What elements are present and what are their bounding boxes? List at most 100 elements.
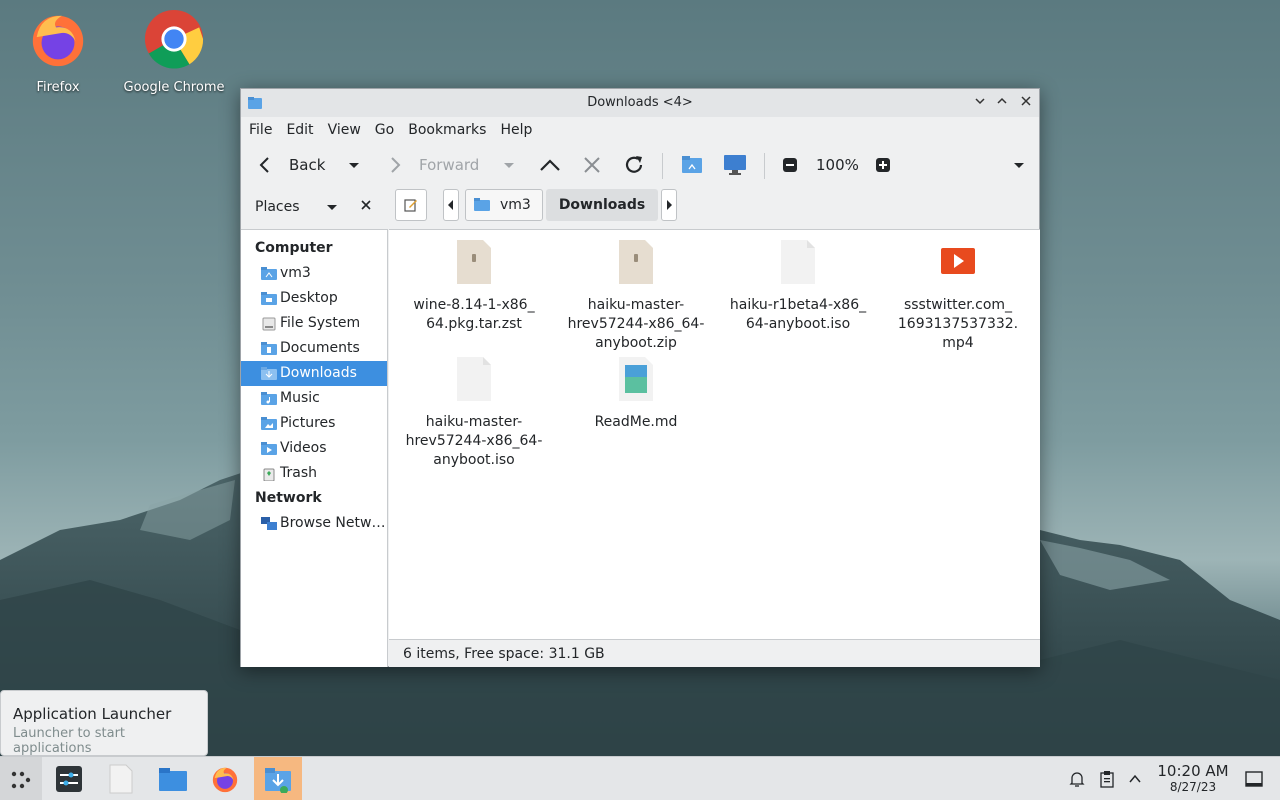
menu-view[interactable]: View	[328, 122, 361, 138]
pictures-folder-icon	[261, 416, 277, 430]
toolbar-overflow-menu[interactable]	[1012, 143, 1026, 187]
sidebar-item-browse-network[interactable]: Browse Netw…	[241, 511, 387, 536]
desktop-icon-chrome[interactable]: Google Chrome	[119, 8, 229, 95]
firefox-icon	[32, 15, 84, 67]
reload-icon	[625, 156, 643, 173]
taskbar-file-manager[interactable]	[152, 757, 194, 800]
sidebar-item-documents[interactable]: Documents	[241, 336, 387, 361]
home-folder-icon	[474, 198, 490, 211]
sidebar-item-label: Videos	[280, 440, 327, 456]
sidebar-item-pictures[interactable]: Pictures	[241, 411, 387, 436]
breadcrumb-scroll-right[interactable]	[661, 189, 677, 221]
chevron-up-icon	[997, 97, 1007, 104]
computer-button[interactable]	[723, 143, 747, 187]
sidebar-item-desktop[interactable]: Desktop	[241, 286, 387, 311]
close-icon	[361, 200, 371, 210]
reload-button[interactable]	[622, 143, 646, 187]
trash-icon	[263, 468, 275, 481]
desktop-folder-icon	[261, 291, 277, 305]
title-bar[interactable]: Downloads <4>	[241, 89, 1039, 117]
zoom-out-button[interactable]	[782, 143, 798, 187]
chevron-down-icon	[975, 98, 985, 105]
file-item[interactable]: haiku-master- hrev57244-x86_64- anyboot.…	[561, 240, 711, 353]
sidebar-item-videos[interactable]: Videos	[241, 436, 387, 461]
file-view: wine-8.14-1-x86_ 64.pkg.tar.zst haiku-ma…	[389, 229, 1040, 639]
file-name-line: hrev57244-x86_64-	[405, 433, 543, 449]
taskbar-downloads-window[interactable]	[254, 757, 302, 800]
maximize-button[interactable]	[993, 94, 1011, 112]
file-item[interactable]: haiku-master- hrev57244-x86_64- anyboot.…	[399, 357, 549, 470]
archive-file-icon	[457, 240, 491, 284]
sidebar-item-label: Browse Netw…	[280, 515, 386, 531]
sidebar-item-label: Trash	[280, 465, 317, 481]
sidebar-item-label: Desktop	[280, 290, 338, 306]
file-name-line: haiku-master-	[425, 414, 523, 430]
file-item[interactable]: wine-8.14-1-x86_ 64.pkg.tar.zst	[399, 240, 549, 334]
places-sidebar: Computer vm3 Desktop File System Documen…	[241, 229, 388, 667]
breadcrumb-downloads[interactable]: Downloads	[546, 189, 658, 221]
forward-button[interactable]: Forward	[385, 143, 479, 187]
arrow-left-icon	[259, 157, 269, 173]
sidebar-item-file-system[interactable]: File System	[241, 311, 387, 336]
blank-file-icon	[781, 240, 815, 284]
notifications-tray-button[interactable]	[1066, 757, 1088, 800]
menu-bar: File Edit View Go Bookmarks Help	[241, 117, 1039, 143]
sidebar-item-vm3[interactable]: vm3	[241, 261, 387, 286]
sidebar-item-trash[interactable]: Trash	[241, 461, 387, 486]
show-hidden-tray-button[interactable]	[1124, 757, 1146, 800]
breadcrumb-vm3[interactable]: vm3	[465, 189, 543, 221]
menu-edit[interactable]: Edit	[286, 122, 313, 138]
file-item[interactable]: haiku-r1beta4-x86_ 64-anyboot.iso	[723, 240, 873, 334]
taskbar-firefox[interactable]	[204, 757, 246, 800]
sidebar-item-label: Downloads	[280, 365, 357, 381]
file-item[interactable]: ssstwitter.com_ 1693137537332. mp4	[883, 240, 1033, 353]
minimize-button[interactable]	[971, 94, 989, 112]
stop-button[interactable]	[582, 143, 602, 187]
downloads-folder-icon	[265, 768, 291, 793]
back-history-dropdown[interactable]	[347, 143, 361, 187]
file-item[interactable]: ReadMe.md	[561, 357, 711, 432]
sidebar-heading-computer: Computer	[255, 240, 333, 256]
show-desktop-button[interactable]	[1242, 757, 1266, 800]
sidebar-item-label: File System	[280, 315, 361, 331]
sidebar-item-music[interactable]: Music	[241, 386, 387, 411]
breadcrumb-label: Downloads	[558, 197, 646, 213]
edit-location-button[interactable]	[395, 189, 427, 221]
clipboard-icon	[1100, 771, 1114, 788]
menu-file[interactable]: File	[249, 122, 272, 138]
music-folder-icon	[261, 391, 277, 405]
file-name-line: haiku-r1beta4-x86_	[729, 297, 867, 313]
stop-icon	[584, 157, 600, 173]
desktop-icon-firefox[interactable]: Firefox	[3, 8, 113, 95]
file-name-line: anyboot.iso	[433, 452, 515, 468]
up-button[interactable]	[538, 143, 562, 187]
clipboard-tray-button[interactable]	[1096, 757, 1118, 800]
application-launcher-button[interactable]	[0, 757, 42, 800]
forward-history-dropdown[interactable]	[502, 143, 516, 187]
back-button[interactable]: Back	[255, 143, 325, 187]
caret-left-icon	[448, 200, 453, 210]
digital-clock[interactable]: 10:20 AM 8/27/23	[1153, 763, 1233, 795]
sidebar-item-label: vm3	[280, 265, 311, 281]
home-folder-icon	[682, 156, 702, 173]
taskbar-system-settings[interactable]	[48, 757, 90, 800]
chrome-icon	[144, 9, 204, 69]
breadcrumb-scroll-left[interactable]	[443, 189, 459, 221]
folder-icon	[159, 768, 187, 791]
video-file-icon	[941, 248, 975, 274]
home-button[interactable]	[681, 143, 703, 187]
menu-go[interactable]: Go	[375, 122, 394, 138]
menu-help[interactable]: Help	[500, 122, 532, 138]
file-name-line: 64.pkg.tar.zst	[426, 316, 522, 332]
close-button[interactable]	[1017, 94, 1035, 112]
file-name-line: ReadMe.md	[594, 414, 678, 430]
sidebar-item-downloads[interactable]: Downloads	[241, 361, 387, 386]
close-sidebar-button[interactable]	[360, 199, 372, 215]
back-label: Back	[289, 156, 326, 174]
zoom-in-button[interactable]	[875, 143, 891, 187]
firefox-icon	[212, 767, 238, 793]
places-selector[interactable]: Places	[255, 187, 338, 227]
menu-bookmarks[interactable]: Bookmarks	[408, 122, 486, 138]
home-folder-icon	[261, 266, 277, 280]
taskbar-text-editor[interactable]	[100, 757, 142, 800]
